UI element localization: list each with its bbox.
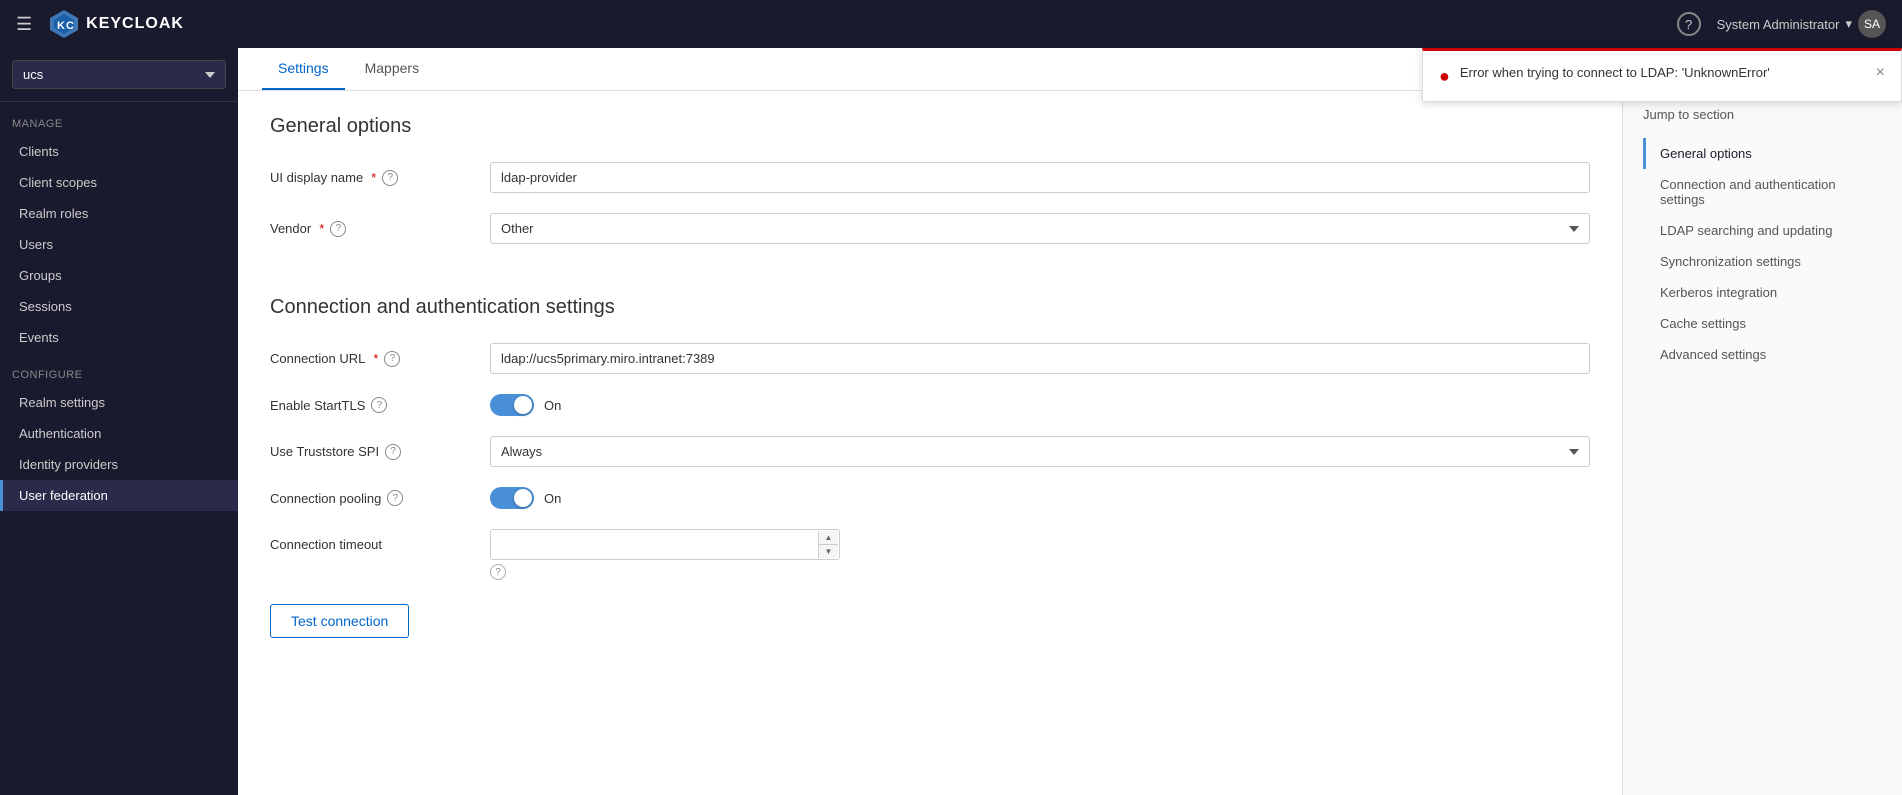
user-menu[interactable]: System Administrator ▾ SA xyxy=(1717,10,1886,38)
use-truststore-help-icon[interactable]: ? xyxy=(385,444,401,460)
help-button[interactable]: ? xyxy=(1677,12,1701,36)
use-truststore-group: Use Truststore SPI ? Always Only for lda… xyxy=(270,436,1590,467)
ui-display-name-group: UI display name * ? xyxy=(270,162,1590,193)
form-area: General options UI display name * ? V xyxy=(238,91,1622,795)
close-notification-button[interactable]: × xyxy=(1876,65,1885,81)
main-content: Settings Mappers General options UI disp… xyxy=(238,48,1902,795)
sidebar-item-realm-settings[interactable]: Realm settings xyxy=(0,387,238,418)
general-options-title: General options xyxy=(270,115,1590,138)
avatar: SA xyxy=(1858,10,1886,38)
ui-display-name-help-icon[interactable]: ? xyxy=(382,170,398,186)
enable-starttls-on-label: On xyxy=(544,398,561,413)
vendor-group: Vendor * ? Other Active Directory Red Ha… xyxy=(270,213,1590,244)
ui-display-name-input-wrapper xyxy=(490,162,1590,193)
user-name: System Administrator xyxy=(1717,17,1840,32)
vendor-help-icon[interactable]: ? xyxy=(330,221,346,237)
use-truststore-label: Use Truststore SPI ? xyxy=(270,444,490,460)
connection-url-label: Connection URL * ? xyxy=(270,351,490,367)
vendor-select[interactable]: Other Active Directory Red Hat Directory… xyxy=(490,213,1590,244)
enable-starttls-toggle[interactable] xyxy=(490,394,534,416)
connection-url-input[interactable] xyxy=(490,343,1590,374)
sidebar-item-user-federation[interactable]: User federation xyxy=(0,480,238,511)
app-layout: ucs Manage Clients Client scopes Realm r… xyxy=(0,48,1902,795)
connection-timeout-input[interactable] xyxy=(490,529,840,560)
navbar-right: ? System Administrator ▾ SA xyxy=(1677,10,1886,38)
jump-item-general-options[interactable]: General options xyxy=(1643,138,1882,169)
manage-section-label: Manage xyxy=(0,102,238,136)
connection-timeout-label: Connection timeout xyxy=(270,537,490,552)
hamburger-menu[interactable]: ☰ xyxy=(16,14,32,35)
enable-starttls-toggle-wrapper: On xyxy=(490,394,1590,416)
tab-settings[interactable]: Settings xyxy=(262,48,345,90)
content-area: General options UI display name * ? V xyxy=(238,91,1902,795)
enable-starttls-help-icon[interactable]: ? xyxy=(371,397,387,413)
connection-pooling-group: Connection pooling ? On xyxy=(270,487,1590,509)
keycloak-logo-icon: KC xyxy=(48,8,80,40)
enable-starttls-control: On xyxy=(490,394,1590,416)
jump-item-kerberos[interactable]: Kerberos integration xyxy=(1643,277,1882,308)
error-message: Error when trying to connect to LDAP: 'U… xyxy=(1460,65,1866,80)
connection-pooling-label: Connection pooling ? xyxy=(270,490,490,506)
use-truststore-select-wrapper: Always Only for ldaps Never xyxy=(490,436,1590,467)
app-logo: KC KEYCLOAK xyxy=(48,8,184,40)
vendor-select-wrapper: Other Active Directory Red Hat Directory… xyxy=(490,213,1590,244)
sidebar-item-groups[interactable]: Groups xyxy=(0,260,238,291)
spinner-up-button[interactable]: ▲ xyxy=(818,531,838,545)
jump-panel: Jump to section General options Connecti… xyxy=(1622,91,1902,795)
connection-pooling-control: On xyxy=(490,487,1590,509)
vendor-label: Vendor * ? xyxy=(270,221,490,237)
test-connection-button[interactable]: Test connection xyxy=(270,604,409,638)
jump-item-conn-auth[interactable]: Connection and authentication settings xyxy=(1643,169,1882,215)
connection-timeout-group: Connection timeout ▲ ▼ xyxy=(270,529,1590,580)
jump-item-sync-settings[interactable]: Synchronization settings xyxy=(1643,246,1882,277)
vendor-required-indicator: * xyxy=(319,221,324,236)
error-icon: ● xyxy=(1439,66,1450,87)
required-indicator: * xyxy=(371,170,376,185)
chevron-down-icon: ▾ xyxy=(1845,16,1852,32)
sidebar-item-sessions[interactable]: Sessions xyxy=(0,291,238,322)
jump-item-cache-settings[interactable]: Cache settings xyxy=(1643,308,1882,339)
connection-url-input-wrapper xyxy=(490,343,1590,374)
enable-starttls-group: Enable StartTLS ? On xyxy=(270,394,1590,416)
realm-selector-wrapper: ucs xyxy=(0,48,238,102)
connection-url-group: Connection URL * ? xyxy=(270,343,1590,374)
sidebar-item-events[interactable]: Events xyxy=(0,322,238,353)
sidebar: ucs Manage Clients Client scopes Realm r… xyxy=(0,48,238,795)
connection-timeout-number-wrapper: ▲ ▼ xyxy=(490,529,840,560)
jump-panel-title: Jump to section xyxy=(1643,107,1882,122)
conn-auth-title: Connection and authentication settings xyxy=(270,296,1590,319)
connection-timeout-help-icon[interactable]: ? xyxy=(490,564,506,580)
sidebar-item-realm-roles[interactable]: Realm roles xyxy=(0,198,238,229)
configure-section-label: Configure xyxy=(0,353,238,387)
spinner-down-button[interactable]: ▼ xyxy=(818,545,838,558)
sidebar-item-users[interactable]: Users xyxy=(0,229,238,260)
sidebar-item-client-scopes[interactable]: Client scopes xyxy=(0,167,238,198)
sidebar-item-clients[interactable]: Clients xyxy=(0,136,238,167)
connection-timeout-input-wrapper: ▲ ▼ xyxy=(490,529,840,560)
navbar: ☰ KC KEYCLOAK ? System Administrator ▾ S… xyxy=(0,0,1902,48)
connection-url-help-icon[interactable]: ? xyxy=(384,351,400,367)
jump-item-advanced-settings[interactable]: Advanced settings xyxy=(1643,339,1882,370)
realm-select[interactable]: ucs xyxy=(12,60,226,89)
jump-item-ldap-searching[interactable]: LDAP searching and updating xyxy=(1643,215,1882,246)
app-name: KEYCLOAK xyxy=(86,15,184,33)
svg-text:KC: KC xyxy=(57,20,75,32)
connection-pooling-toggle[interactable] xyxy=(490,487,534,509)
connection-pooling-toggle-wrapper: On xyxy=(490,487,1590,509)
ui-display-name-input[interactable] xyxy=(490,162,1590,193)
connection-url-required: * xyxy=(373,351,378,366)
ui-display-name-label: UI display name * ? xyxy=(270,170,490,186)
tab-mappers[interactable]: Mappers xyxy=(349,48,435,90)
number-spinners: ▲ ▼ xyxy=(818,531,838,558)
sidebar-item-identity-providers[interactable]: Identity providers xyxy=(0,449,238,480)
sidebar-item-authentication[interactable]: Authentication xyxy=(0,418,238,449)
use-truststore-select[interactable]: Always Only for ldaps Never xyxy=(490,436,1590,467)
connection-pooling-help-icon[interactable]: ? xyxy=(387,490,403,506)
enable-starttls-label: Enable StartTLS ? xyxy=(270,397,490,413)
connection-pooling-on-label: On xyxy=(544,491,561,506)
error-notification: ● Error when trying to connect to LDAP: … xyxy=(1422,48,1902,102)
